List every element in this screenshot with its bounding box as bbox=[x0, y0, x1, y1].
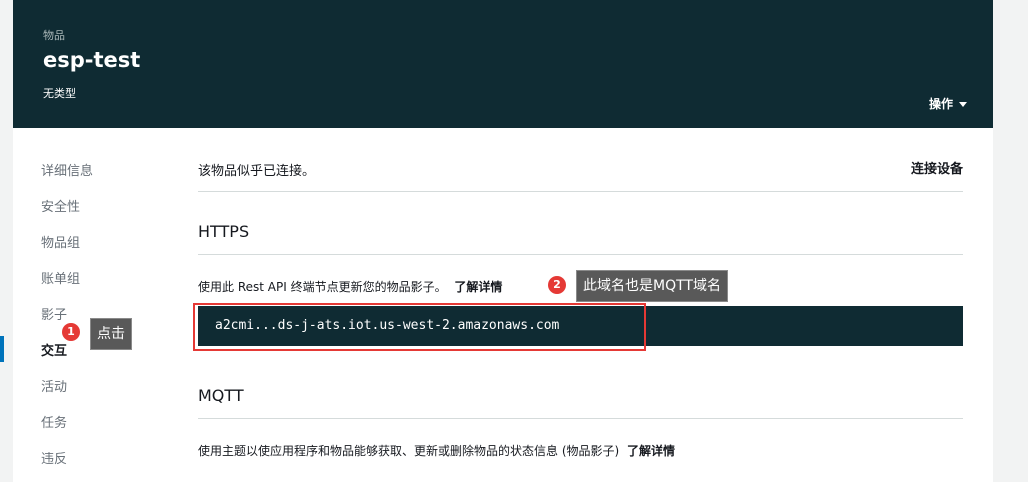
thing-type-label: 无类型 bbox=[43, 87, 76, 100]
https-heading: HTTPS bbox=[198, 222, 250, 241]
sidebar-item-thing-groups[interactable]: 物品组 bbox=[41, 232, 80, 251]
annotation-callout-mqtt-domain: 此域名也是MQTT域名 bbox=[576, 270, 728, 302]
divider bbox=[198, 254, 963, 255]
https-learn-more-link[interactable]: 了解详情 bbox=[454, 280, 502, 294]
mqtt-description: 使用主题以使应用程序和物品能够获取、更新或删除物品的状态信息 (物品影子) bbox=[198, 444, 620, 458]
page: 物品 esp-test 无类型 操作 详细信息 安全性 物品组 账单组 影子 交… bbox=[13, 0, 993, 482]
sidebar-item-activity[interactable]: 活动 bbox=[41, 376, 67, 395]
sidebar-item-interact[interactable]: 交互 bbox=[41, 340, 67, 359]
sidebar-item-billing-groups[interactable]: 账单组 bbox=[41, 268, 80, 287]
sidebar-item-shadow[interactable]: 影子 bbox=[41, 304, 67, 323]
sidebar-item-details[interactable]: 详细信息 bbox=[41, 160, 93, 179]
active-nav-indicator bbox=[0, 336, 4, 362]
caret-down-icon bbox=[959, 102, 967, 107]
divider bbox=[198, 191, 963, 192]
actions-label: 操作 bbox=[928, 97, 953, 111]
sidebar-item-jobs[interactable]: 任务 bbox=[41, 412, 67, 431]
divider bbox=[198, 418, 963, 419]
annotation-badge-1: 1 bbox=[62, 323, 80, 341]
page-title: esp-test bbox=[43, 48, 141, 72]
page-header: 物品 esp-test 无类型 操作 bbox=[13, 0, 993, 128]
endpoint-highlight-box bbox=[193, 303, 646, 351]
https-description: 使用此 Rest API 终端节点更新您的物品影子。 bbox=[198, 280, 447, 294]
https-description-row: 使用此 Rest API 终端节点更新您的物品影子。 了解详情 bbox=[198, 278, 502, 295]
mqtt-heading: MQTT bbox=[198, 386, 244, 405]
connect-device-button[interactable]: 连接设备 bbox=[911, 158, 963, 177]
sidebar-item-violations[interactable]: 违反 bbox=[41, 448, 67, 467]
mqtt-learn-more-link[interactable]: 了解详情 bbox=[627, 444, 675, 458]
sidebar-nav: 详细信息 安全性 物品组 账单组 影子 交互 活动 任务 违反 bbox=[13, 128, 163, 482]
mqtt-description-row: 使用主题以使应用程序和物品能够获取、更新或删除物品的状态信息 (物品影子) 了解… bbox=[198, 442, 675, 459]
connection-status-text: 该物品似乎已连接。 bbox=[198, 164, 316, 179]
annotation-badge-2: 2 bbox=[548, 276, 566, 294]
breadcrumb[interactable]: 物品 bbox=[43, 27, 65, 43]
actions-dropdown[interactable]: 操作 bbox=[929, 95, 967, 112]
annotation-callout-click: 点击 bbox=[90, 318, 132, 350]
sidebar-item-security[interactable]: 安全性 bbox=[41, 196, 80, 215]
